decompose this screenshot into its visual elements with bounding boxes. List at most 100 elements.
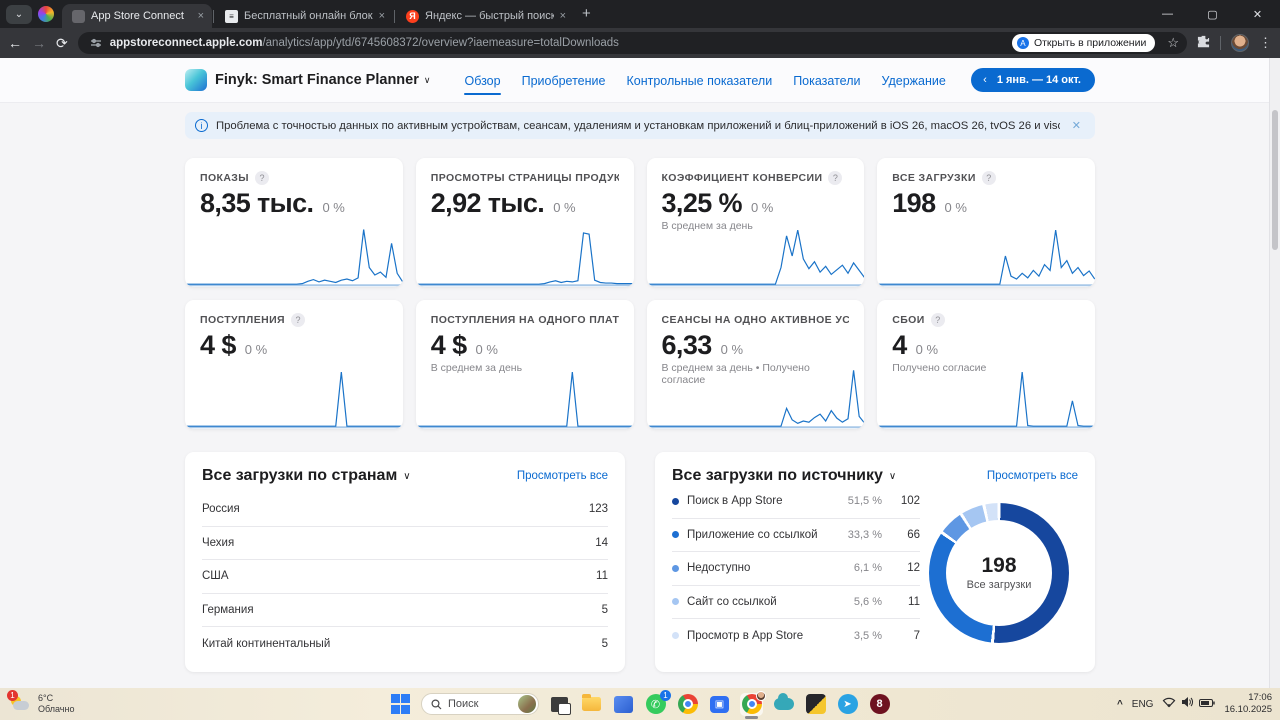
site-settings-icon[interactable]: [90, 37, 102, 49]
open-in-app-button[interactable]: A Открыть в приложении: [1012, 34, 1155, 52]
battery-icon[interactable]: [1199, 695, 1215, 713]
country-value: 11: [596, 570, 608, 582]
video-app-button[interactable]: ▣: [708, 693, 731, 716]
metric-delta: 0 %: [475, 342, 497, 357]
dark-app-button[interactable]: [804, 693, 827, 716]
back-button[interactable]: ←: [8, 35, 22, 51]
app-switcher-chevron-icon[interactable]: ∨: [424, 75, 431, 86]
tab-close-icon[interactable]: ×: [379, 10, 385, 22]
country-row[interactable]: Чехия14: [202, 527, 608, 561]
source-row[interactable]: Просмотр в App Store3,5 %7: [672, 619, 920, 653]
metric-card[interactable]: ПОКАЗЫ?8,35 тыс.0 %: [185, 158, 403, 287]
source-row[interactable]: Приложение со ссылкой33,3 %66: [672, 519, 920, 553]
app-name[interactable]: Finyk: Smart Finance Planner: [215, 72, 419, 88]
nav-tab-приобретение[interactable]: Приобретение: [522, 60, 606, 101]
help-icon[interactable]: ?: [291, 313, 305, 327]
file-explorer-icon: [582, 697, 601, 711]
tab-close-icon[interactable]: ×: [560, 10, 566, 22]
source-value: 11: [890, 596, 920, 608]
wifi-icon[interactable]: [1162, 695, 1176, 713]
date-range-button[interactable]: ‹ 1 янв. — 14 окт.: [971, 68, 1095, 92]
file-explorer-button[interactable]: [580, 693, 603, 716]
browser-tab[interactable]: ≡Бесплатный онлайн блокнот д×: [215, 4, 393, 28]
page-scrollbar[interactable]: [1269, 58, 1280, 688]
help-icon[interactable]: ?: [828, 171, 842, 185]
clock[interactable]: 17:0616.10.2025: [1224, 692, 1272, 717]
metric-sparkline-chart: [877, 225, 1095, 287]
video-app-icon: ▣: [710, 696, 729, 713]
language-indicator[interactable]: ENG: [1132, 699, 1154, 710]
nav-tab-показатели[interactable]: Показатели: [793, 60, 860, 101]
browser8-button[interactable]: 8: [868, 693, 891, 716]
chrome-button[interactable]: [676, 693, 699, 716]
badge-count: 1: [660, 690, 671, 701]
nav-tab-контрольные-показатели[interactable]: Контрольные показатели: [626, 60, 772, 101]
close-window-button[interactable]: ✕: [1235, 0, 1280, 28]
metric-card[interactable]: ПОСТУПЛЕНИЯ НА ОДНОГО ПЛАТНОГО ПОЛЬЗ?4 $…: [416, 300, 634, 429]
telegram-button[interactable]: ➤: [836, 693, 859, 716]
source-row[interactable]: Недоступно6,1 %12: [672, 552, 920, 586]
tab-search-button[interactable]: ⌄: [6, 5, 32, 24]
nav-tab-удержание[interactable]: Удержание: [882, 60, 946, 101]
url-text: appstoreconnect.apple.com/analytics/app/…: [110, 37, 1004, 49]
metric-card[interactable]: КОЭФФИЦИЕНТ КОНВЕРСИИ?3,25 %0 %В среднем…: [647, 158, 865, 287]
country-row[interactable]: США11: [202, 560, 608, 594]
task-view-button[interactable]: [548, 693, 571, 716]
metric-card[interactable]: ПОСТУПЛЕНИЯ?4 $0 %: [185, 300, 403, 429]
banner-close-icon[interactable]: ✕: [1068, 119, 1085, 132]
tab-close-icon[interactable]: ×: [198, 10, 204, 22]
chrome-active-button[interactable]: [740, 693, 763, 716]
country-row[interactable]: Германия5: [202, 594, 608, 628]
nav-tab-обзор[interactable]: Обзор: [464, 60, 500, 101]
weather-text: 6°CОблачно: [38, 693, 74, 716]
sources-chevron-icon[interactable]: ∨: [889, 471, 896, 482]
date-back-chevron-icon[interactable]: ‹: [971, 74, 997, 86]
browser-menu-icon[interactable]: ⋮: [1259, 35, 1272, 51]
notification-badge: 1: [7, 690, 18, 701]
metric-delta: 0 %: [245, 342, 267, 357]
browser-avatar[interactable]: [1231, 34, 1249, 52]
source-row[interactable]: Сайт со ссылкой5,6 %11: [672, 586, 920, 620]
metric-card[interactable]: ПРОСМОТРЫ СТРАНИЦЫ ПРОДУКТА?2,92 тыс.0 %: [416, 158, 634, 287]
cloud-app-button[interactable]: [772, 693, 795, 716]
countries-view-all-link[interactable]: Просмотреть все: [517, 470, 608, 482]
search-highlight-image: [518, 695, 536, 713]
forward-button[interactable]: →: [32, 35, 46, 51]
sources-view-all-link[interactable]: Просмотреть все: [987, 470, 1078, 482]
metric-card[interactable]: СБОИ?40 %Получено согласие: [877, 300, 1095, 429]
minimize-button[interactable]: —: [1145, 0, 1190, 28]
metric-title: ПРОСМОТРЫ СТРАНИЦЫ ПРОДУКТА: [431, 172, 619, 184]
metric-card[interactable]: СЕАНСЫ НА ОДНО АКТИВНОЕ УСТРОЙСТВО?6,330…: [647, 300, 865, 429]
tray-chevron-icon[interactable]: ^: [1117, 699, 1123, 710]
browser-tab[interactable]: App Store Connect×: [62, 4, 212, 28]
maximize-button[interactable]: ▢: [1190, 0, 1235, 28]
countries-chevron-icon[interactable]: ∨: [403, 471, 410, 482]
start-button[interactable]: [389, 693, 412, 716]
countries-panel-title[interactable]: Все загрузки по странам: [202, 467, 397, 485]
help-icon[interactable]: ?: [255, 171, 269, 185]
country-row[interactable]: Россия123: [202, 493, 608, 527]
weather-widget[interactable]: 1 6°CОблачно: [0, 693, 74, 716]
pinned-app-button[interactable]: [612, 693, 635, 716]
metric-value: 2,92 тыс.: [431, 188, 544, 219]
browser-profile-icon[interactable]: [38, 6, 54, 22]
bookmark-star-icon[interactable]: ☆: [1167, 35, 1179, 51]
country-row[interactable]: Китай континентальный5: [202, 627, 608, 661]
whatsapp-button[interactable]: ✆1: [644, 693, 667, 716]
browser-tab[interactable]: ЯЯндекс — быстрый поиск в и×: [396, 4, 574, 28]
scrollbar-thumb[interactable]: [1272, 110, 1278, 250]
extensions-icon[interactable]: [1197, 35, 1210, 51]
help-icon[interactable]: ?: [931, 313, 945, 327]
search-icon: [431, 699, 442, 710]
new-tab-button[interactable]: +: [582, 5, 591, 22]
address-bar[interactable]: appstoreconnect.apple.com/analytics/app/…: [78, 32, 1187, 54]
source-row[interactable]: Поиск в App Store51,5 %102: [672, 485, 920, 519]
tab-divider: [213, 10, 214, 23]
help-icon[interactable]: ?: [982, 171, 996, 185]
metric-card[interactable]: ВСЕ ЗАГРУЗКИ?1980 %: [877, 158, 1095, 287]
metric-value: 198: [892, 188, 935, 219]
reload-button[interactable]: ⟳: [56, 35, 68, 52]
taskbar-search[interactable]: Поиск: [421, 693, 539, 715]
sources-panel-title[interactable]: Все загрузки по источнику: [672, 467, 883, 485]
volume-icon[interactable]: [1181, 695, 1194, 713]
